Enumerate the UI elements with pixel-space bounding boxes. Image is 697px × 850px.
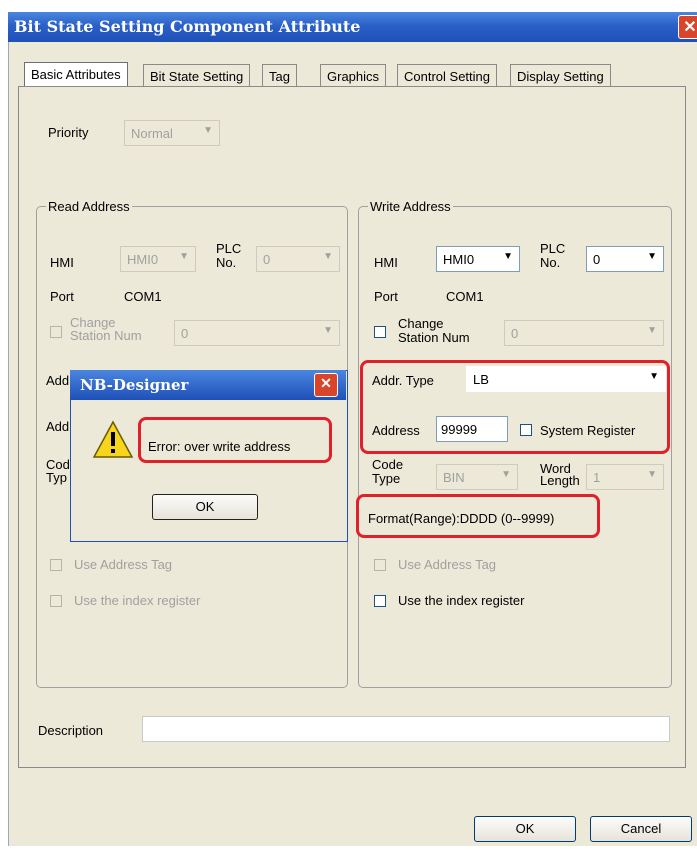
description-input[interactable] — [142, 716, 670, 742]
dialog-ok-button[interactable]: OK — [152, 494, 258, 520]
write-code-type-select[interactable]: BIN ▼ — [436, 464, 518, 490]
window-close-icon[interactable]: ✕ — [678, 15, 697, 39]
cancel-button[interactable]: Cancel — [590, 816, 692, 842]
read-hmi-select[interactable]: HMI0 ▼ — [120, 246, 196, 272]
write-word-length-value: 1 — [593, 470, 601, 485]
write-plc-label-line1: PLC — [540, 241, 566, 256]
read-plc-label-line2: No. — [216, 255, 237, 270]
read-port-value: COM1 — [124, 289, 162, 304]
write-use-tag-label: Use Address Tag — [398, 557, 497, 572]
read-hmi-value: HMI0 — [127, 252, 159, 267]
read-hmi-label: HMI — [50, 255, 74, 270]
dialog-close-icon[interactable]: ✕ — [314, 373, 338, 397]
error-message-highlight — [138, 417, 332, 463]
priority-label: Priority — [48, 125, 89, 140]
write-change-label-line1: Change — [398, 316, 444, 331]
chevron-down-icon: ▼ — [323, 251, 333, 262]
tab-display-setting[interactable]: Display Setting — [510, 64, 611, 88]
write-plc-value: 0 — [593, 252, 601, 267]
write-code-label-line1: Code — [372, 457, 404, 472]
write-station-value: 0 — [511, 326, 519, 341]
write-port-value: COM1 — [446, 289, 484, 304]
tab-control-setting[interactable]: Control Setting — [397, 64, 497, 88]
write-plc-select[interactable]: 0 ▼ — [586, 246, 664, 272]
chevron-down-icon: ▼ — [501, 469, 511, 480]
write-port-label: Port — [374, 289, 398, 304]
write-use-index-checkbox[interactable] — [374, 595, 386, 607]
write-change-label-line2: Station Num — [398, 330, 470, 345]
window-titlebar: Bit State Setting Component Attribute ✕ — [8, 12, 697, 42]
chevron-down-icon: ▼ — [203, 125, 213, 136]
format-range-highlight — [356, 494, 600, 538]
read-station-select[interactable]: 0 ▼ — [174, 320, 340, 346]
write-plc-label-line2: No. — [540, 255, 561, 270]
chevron-down-icon: ▼ — [647, 325, 657, 336]
chevron-down-icon: ▼ — [647, 469, 657, 480]
read-plc-label-line1: PLC — [216, 241, 242, 256]
read-change-station-checkbox[interactable] — [50, 326, 62, 338]
read-station-value: 0 — [181, 326, 189, 341]
chevron-down-icon: ▼ — [323, 325, 333, 336]
write-word-label-line2: Length — [540, 473, 580, 488]
tab-graphics[interactable]: Graphics — [320, 64, 387, 88]
chevron-down-icon: ▼ — [647, 251, 657, 262]
warning-icon — [92, 420, 134, 458]
error-dialog-title: NB-Designer — [80, 376, 189, 394]
error-dialog-titlebar: NB-Designer ✕ — [70, 370, 346, 400]
tab-bit-state-setting[interactable]: Bit State Setting — [143, 64, 251, 88]
read-code-label-partial-2: Typ — [46, 470, 67, 485]
write-hmi-value: HMI0 — [443, 252, 475, 267]
read-plc-value: 0 — [263, 252, 271, 267]
read-address-label-partial: Add — [46, 419, 70, 434]
write-code-label-line2: Type — [372, 471, 401, 486]
write-use-tag-checkbox[interactable] — [374, 559, 386, 571]
read-use-tag-checkbox[interactable] — [50, 559, 62, 571]
address-fields-highlight — [360, 360, 670, 454]
tab-tag[interactable]: Tag — [262, 64, 297, 88]
write-station-select[interactable]: 0 ▼ — [504, 320, 664, 346]
read-use-tag-label: Use Address Tag — [74, 557, 173, 572]
ok-button[interactable]: OK — [474, 816, 576, 842]
description-label: Description — [38, 723, 104, 738]
write-word-length-select[interactable]: 1 ▼ — [586, 464, 664, 490]
write-code-type-value: BIN — [443, 470, 465, 485]
read-port-label: Port — [50, 289, 74, 304]
read-plc-select[interactable]: 0 ▼ — [256, 246, 340, 272]
write-address-title: Write Address — [368, 199, 453, 214]
write-hmi-select[interactable]: HMI0 ▼ — [436, 246, 520, 272]
tab-basic-attributes[interactable]: Basic Attributes — [24, 62, 128, 88]
read-use-index-label: Use the index register — [74, 593, 201, 608]
write-use-index-label: Use the index register — [398, 593, 525, 608]
read-address-title: Read Address — [46, 199, 132, 214]
write-change-station-checkbox[interactable] — [374, 326, 386, 338]
window-title: Bit State Setting Component Attribute — [14, 17, 361, 36]
read-addr-type-label-partial: Add — [46, 373, 70, 388]
read-use-index-checkbox[interactable] — [50, 595, 62, 607]
chevron-down-icon: ▼ — [179, 251, 189, 262]
priority-select[interactable]: Normal ▼ — [124, 120, 220, 146]
priority-value: Normal — [131, 126, 173, 141]
chevron-down-icon: ▼ — [503, 251, 513, 262]
write-hmi-label: HMI — [374, 255, 398, 270]
read-change-label-line2: Station Num — [70, 328, 142, 343]
